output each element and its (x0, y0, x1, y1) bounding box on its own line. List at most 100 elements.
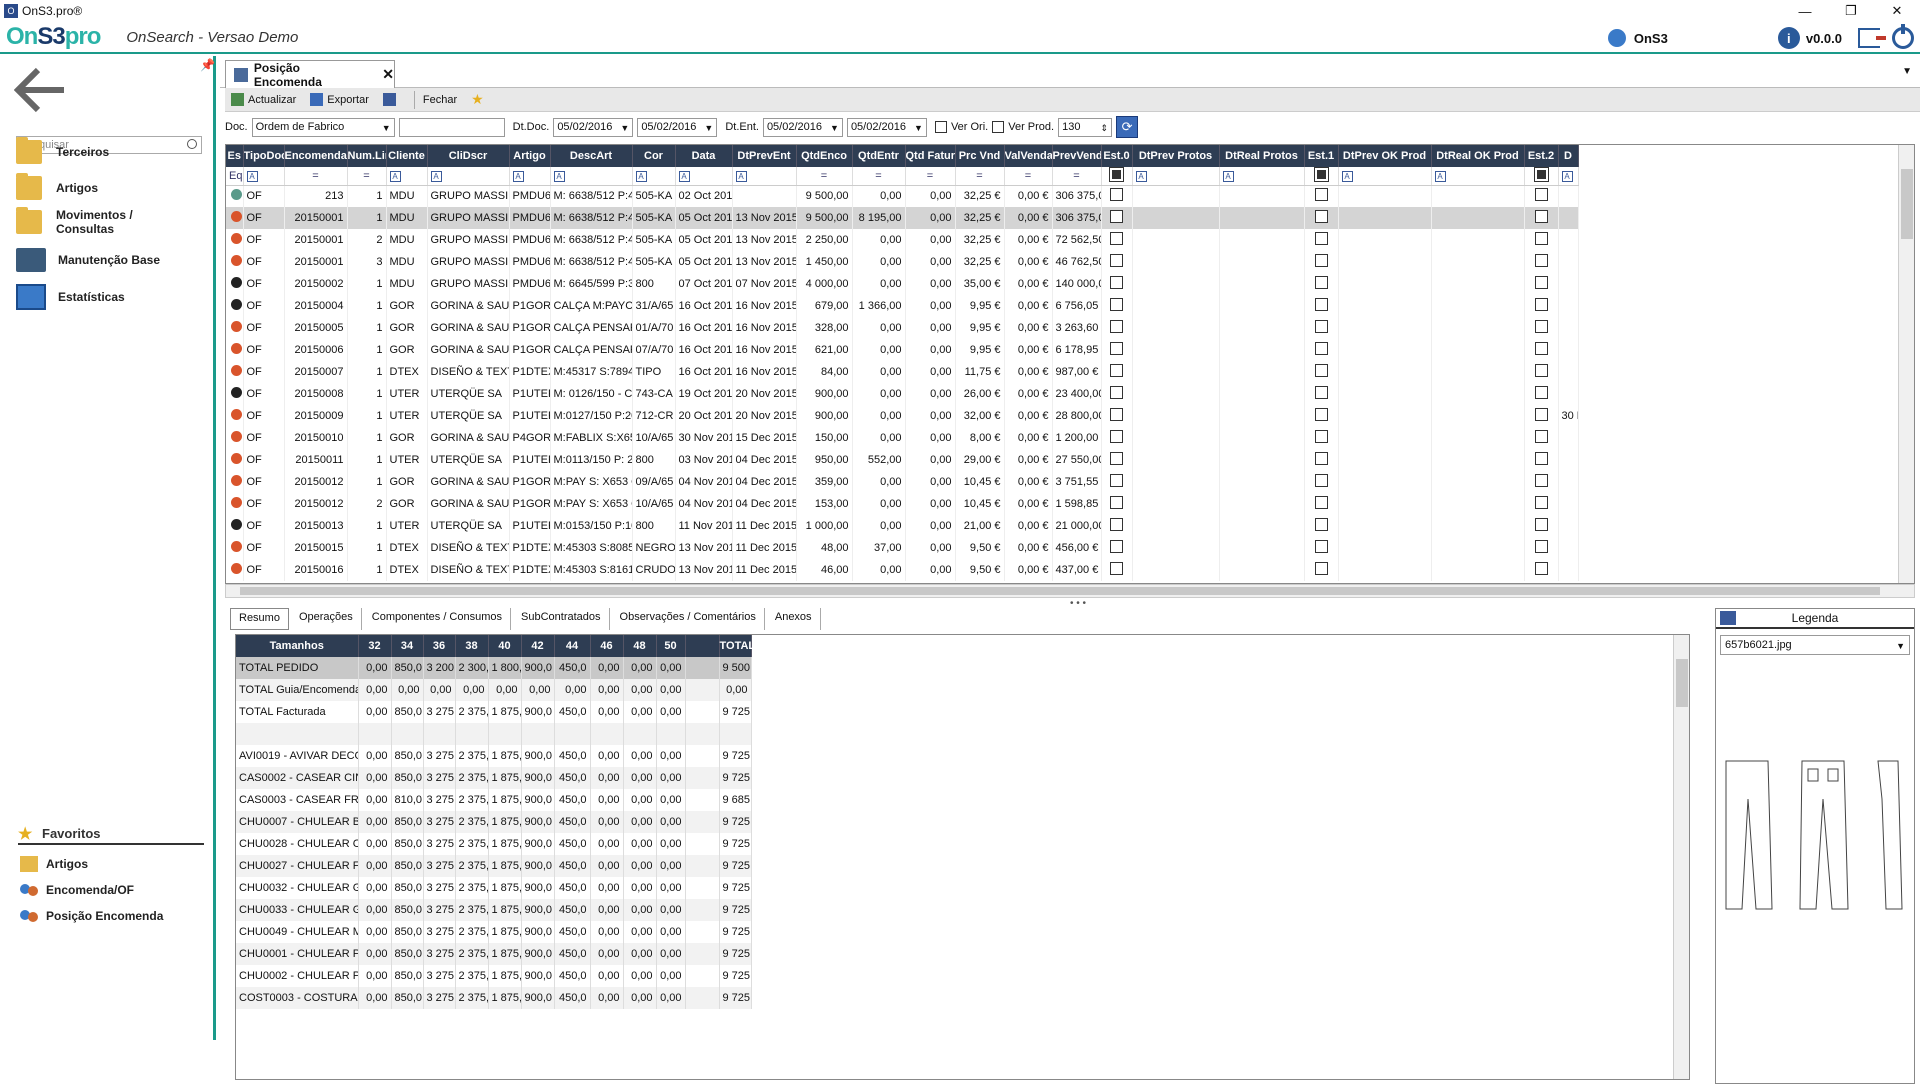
close-button[interactable]: Fechar (423, 94, 457, 106)
row-checkbox[interactable] (1304, 405, 1339, 427)
table-row[interactable]: OF 20150001 2 MDU GRUPO MASSIM PMDU6 M: 6638/5… (226, 229, 1579, 251)
size-row[interactable]: CHU0049 - CHULEAR MAN0,00850,03 275,2 37… (236, 921, 752, 943)
size-column-header[interactable]: 32 (358, 635, 392, 657)
row-checkbox[interactable] (1524, 361, 1559, 383)
column-header[interactable]: DtReal Protos (1219, 145, 1305, 167)
filter-cell[interactable]: A (1431, 167, 1525, 186)
row-checkbox[interactable] (1304, 515, 1339, 537)
maximize-button[interactable]: ❐ (1828, 0, 1874, 22)
size-row[interactable]: CAS0002 - CASEAR CINTO0,00850,03 275,2 3… (236, 767, 752, 789)
row-checkbox[interactable] (1524, 471, 1559, 493)
size-row[interactable]: CHU0033 - CHULEAR GANC0,00850,03 275,2 3… (236, 899, 752, 921)
column-header[interactable]: Est.1 (1304, 145, 1339, 167)
filter-cell[interactable]: A (550, 167, 633, 186)
size-row[interactable]: CHU0001 - CHULEAR PERN0,00850,03 275,2 3… (236, 943, 752, 965)
panel-splitter[interactable]: • • • (1070, 598, 1086, 609)
size-row[interactable]: AVI0019 - AVIVAR DECOTE0,00850,03 275,2 … (236, 745, 752, 767)
size-column-header[interactable]: Tamanhos (236, 635, 359, 657)
row-checkbox[interactable] (1524, 317, 1559, 339)
column-header[interactable]: QtdEntr (852, 145, 906, 167)
grid-horizontal-scrollbar[interactable] (225, 584, 1915, 598)
row-checkbox[interactable] (1524, 559, 1559, 581)
tab-dropdown-icon[interactable]: ▼ (1902, 66, 1912, 77)
filter-cell[interactable]: A (675, 167, 733, 186)
size-column-header[interactable]: 36 (423, 635, 456, 657)
tab-anexos[interactable]: Anexos (767, 608, 821, 630)
size-row[interactable]: COST0003 - COSTURA ENT.0,00850,03 275,2 … (236, 987, 752, 1009)
close-tab-icon[interactable]: ✕ (382, 66, 394, 83)
row-checkbox[interactable] (1304, 383, 1339, 405)
minimize-button[interactable]: — (1782, 0, 1828, 22)
row-checkbox[interactable] (1304, 251, 1339, 273)
table-row[interactable]: OF201500101GORGORINA & SAUQP4GORM:FABLIX… (226, 427, 1579, 449)
row-checkbox[interactable] (1101, 229, 1133, 251)
favorite-posicao-encomenda[interactable]: Posição Encomenda (20, 908, 163, 924)
row-checkbox[interactable] (1304, 559, 1339, 581)
row-checkbox[interactable] (1524, 185, 1559, 207)
size-column-header[interactable]: TOTAL (719, 635, 755, 657)
size-row[interactable]: CHU0028 - CHULEAR COST0,00850,03 275,2 3… (236, 833, 752, 855)
size-row[interactable]: TOTAL Facturada 0,00 850,0 3 275, 2 375, 1 87… (236, 701, 752, 723)
filter-cell[interactable]: A (1338, 167, 1432, 186)
filter-cell[interactable]: Eq (226, 167, 244, 186)
size-row[interactable] (236, 723, 752, 745)
dtdoc-from-input[interactable]: 05/02/2016 ▼ (553, 117, 634, 137)
table-row[interactable]: OF201500121GORGORINA & SAUQP1GORM:PAY S:… (226, 471, 1579, 493)
row-checkbox[interactable] (1101, 361, 1133, 383)
table-row[interactable]: OF 20150001 3 MDU GRUPO MASSIM PMDU6 M: 6638/5… (226, 251, 1579, 273)
filter-cell[interactable]: A (1558, 167, 1579, 186)
power-icon[interactable] (1892, 24, 1914, 49)
column-header[interactable]: Data (675, 145, 733, 167)
column-header[interactable]: Est.2 (1524, 145, 1559, 167)
row-checkbox[interactable] (1304, 207, 1339, 229)
doc-number-input[interactable] (398, 117, 505, 137)
ver-prod-checkbox[interactable] (992, 121, 1005, 133)
sidebar-item-artigos[interactable]: Artigos (16, 173, 98, 200)
row-checkbox[interactable] (1304, 295, 1339, 317)
size-row[interactable]: CHU0002 - CHULEAR PERN0,00850,03 275,2 3… (236, 965, 752, 987)
row-checkbox[interactable] (1101, 471, 1133, 493)
tab-posicao-encomenda[interactable]: Posição Encomenda ✕ (225, 60, 395, 89)
column-header[interactable]: DtReal OK Prod (1431, 145, 1525, 167)
sidebar-item-manutencao[interactable]: Manutenção Base (16, 248, 160, 272)
row-checkbox[interactable] (1101, 295, 1133, 317)
row-checkbox[interactable] (1524, 537, 1559, 559)
favorite-artigos[interactable]: Artigos (20, 856, 88, 872)
sizes-vertical-scrollbar[interactable] (1673, 635, 1689, 1079)
column-header[interactable]: ValVenda (1004, 145, 1053, 167)
column-header[interactable]: DtPrev OK Prod (1338, 145, 1432, 167)
column-header[interactable]: Encomenda (284, 145, 348, 167)
row-checkbox[interactable] (1524, 295, 1559, 317)
row-checkbox[interactable] (1304, 471, 1339, 493)
save-button[interactable] (382, 93, 400, 106)
column-header[interactable]: Prc Vnd (955, 145, 1005, 167)
row-checkbox[interactable] (1524, 251, 1559, 273)
export-button[interactable]: Exportar (310, 93, 369, 106)
prod-value-stepper[interactable]: 130 ⇕ (1058, 117, 1113, 137)
logout-icon[interactable] (1858, 28, 1886, 48)
filter-cell[interactable]: = (284, 167, 348, 186)
pin-icon[interactable]: 📌 (200, 58, 215, 72)
doc-select[interactable]: Ordem de Fabrico ▼ (251, 117, 395, 137)
row-checkbox[interactable] (1304, 317, 1339, 339)
size-row[interactable]: TOTAL Guia/Encomenda 0,00 0,00 0,00 0,00 0,00… (236, 679, 752, 701)
size-column-header[interactable]: 40 (488, 635, 522, 657)
filter-cell[interactable]: = (905, 167, 956, 186)
column-header[interactable]: PrevVend (1052, 145, 1102, 167)
size-column-header[interactable]: 48 (623, 635, 657, 657)
column-header[interactable]: Cliente (386, 145, 428, 167)
filter-cell[interactable]: A (243, 167, 285, 186)
filter-cell[interactable]: A (732, 167, 797, 186)
size-column-header[interactable]: 34 (391, 635, 424, 657)
size-column-header[interactable]: 42 (521, 635, 555, 657)
size-column-header[interactable]: 38 (455, 635, 489, 657)
filter-cell[interactable]: A (509, 167, 551, 186)
tab-operacoes[interactable]: Operações (291, 608, 362, 630)
size-row[interactable]: CHU0027 - CHULEAR FR.CI0,00850,03 275,2 … (236, 855, 752, 877)
size-row[interactable]: CAS0003 - CASEAR FR 0,00 810,0 3 275, 2 375,… (236, 789, 752, 811)
row-checkbox[interactable] (1101, 515, 1133, 537)
filter-cell[interactable]: A (1132, 167, 1220, 186)
size-column-header[interactable] (685, 635, 720, 657)
table-row[interactable]: OF201500111UTERUTERQÜE SAP1UTERM:0113/15… (226, 449, 1579, 471)
row-checkbox[interactable] (1304, 361, 1339, 383)
